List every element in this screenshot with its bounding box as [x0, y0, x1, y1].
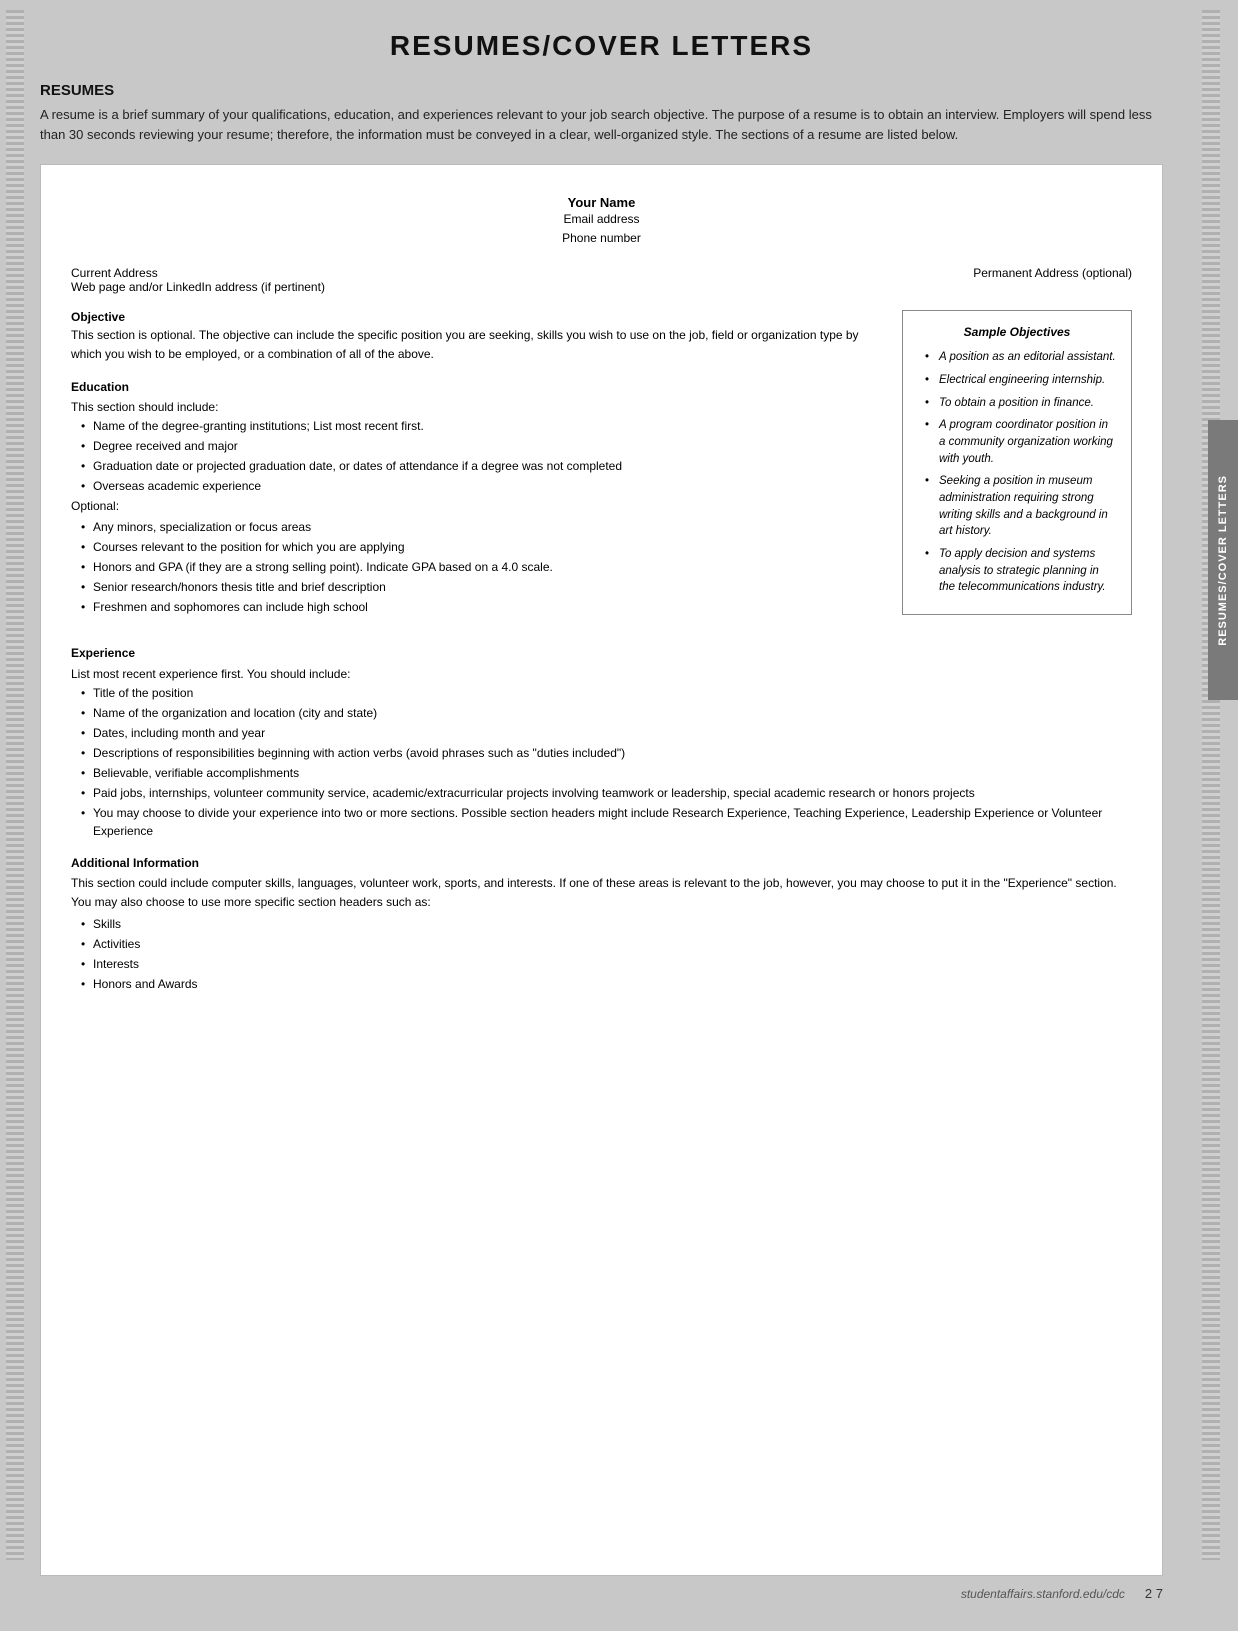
education-section: Education This section should include: N…	[71, 378, 886, 617]
exp-item-3: Dates, including month and year	[81, 724, 1132, 742]
edu-opt-5: Freshmen and sophomores can include high…	[81, 598, 886, 616]
objective-section-row: Objective This section is optional. The …	[71, 310, 1132, 630]
additional-info-list: Skills Activities Interests Honors and A…	[71, 915, 1132, 993]
exp-item-1: Title of the position	[81, 684, 1132, 702]
add-item-4: Honors and Awards	[81, 975, 1132, 993]
exp-item-7: You may choose to divide your experience…	[81, 804, 1132, 840]
right-border-area: RESUMES/COVER LETTERS	[1183, 0, 1238, 1631]
obj-item-6: To apply decision and systems analysis t…	[925, 546, 1117, 596]
address-row: Current Address Web page and/or LinkedIn…	[71, 266, 1132, 294]
page-title: RESUMES/COVER LETTERS	[40, 30, 1163, 62]
experience-title: Experience	[71, 644, 1132, 663]
education-title: Education	[71, 378, 886, 397]
objective-title: Objective	[71, 310, 886, 324]
sample-objectives-title: Sample Objectives	[917, 323, 1117, 341]
webpage-address: Web page and/or LinkedIn address (if per…	[71, 280, 325, 294]
additional-info-section: Additional Information This section coul…	[71, 854, 1132, 994]
sample-objectives-col: Sample Objectives A position as an edito…	[902, 310, 1132, 630]
footer-page: 2 7	[1145, 1586, 1163, 1601]
exp-item-4: Descriptions of responsibilities beginni…	[81, 744, 1132, 762]
resume-email: Email address	[71, 210, 1132, 229]
edu-opt-3: Honors and GPA (if they are a strong sel…	[81, 558, 886, 576]
left-border-decoration	[0, 0, 30, 1631]
resume-sample-document: Your Name Email address Phone number Cur…	[40, 164, 1163, 1576]
exp-item-5: Believable, verifiable accomplishments	[81, 764, 1132, 782]
obj-item-3: To obtain a position in finance.	[925, 395, 1117, 412]
permanent-address-label: Permanent Address (optional)	[973, 266, 1132, 294]
right-pattern	[1202, 10, 1220, 1560]
obj-item-4: A program coordinator position in a comm…	[925, 417, 1117, 467]
experience-list: Title of the position Name of the organi…	[71, 684, 1132, 840]
edu-opt-4: Senior research/honors thesis title and …	[81, 578, 886, 596]
obj-item-5: Seeking a position in museum administrat…	[925, 473, 1117, 540]
education-required-list: Name of the degree-granting institutions…	[71, 417, 886, 495]
exp-item-6: Paid jobs, internships, volunteer commun…	[81, 784, 1132, 802]
add-item-3: Interests	[81, 955, 1132, 973]
objective-col: Objective This section is optional. The …	[71, 310, 886, 630]
optional-label: Optional:	[71, 497, 886, 516]
edu-item-4: Overseas academic experience	[81, 477, 886, 495]
footer-url: studentaffairs.stanford.edu/cdc	[961, 1587, 1125, 1601]
add-item-2: Activities	[81, 935, 1132, 953]
additional-info-title: Additional Information	[71, 854, 1132, 873]
edu-item-3: Graduation date or projected graduation …	[81, 457, 886, 475]
resume-name: Your Name	[71, 195, 1132, 210]
sample-objectives-box: Sample Objectives A position as an edito…	[902, 310, 1132, 615]
vertical-tab-label: RESUMES/COVER LETTERS	[1217, 475, 1229, 646]
obj-item-1: A position as an editorial assistant.	[925, 349, 1117, 366]
resume-header: Your Name Email address Phone number	[71, 195, 1132, 248]
objective-text: This section is optional. The objective …	[71, 326, 886, 363]
additional-info-text: This section could include computer skil…	[71, 874, 1132, 911]
exp-item-2: Name of the organization and location (c…	[81, 704, 1132, 722]
current-address-label: Current Address	[71, 266, 325, 280]
main-content-area: RESUMES/COVER LETTERS RESUMES A resume i…	[30, 0, 1183, 1631]
edu-opt-2: Courses relevant to the position for whi…	[81, 538, 886, 556]
sample-objectives-list: A position as an editorial assistant. El…	[917, 349, 1117, 596]
resumes-intro: A resume is a brief summary of your qual…	[40, 105, 1163, 144]
current-address-block: Current Address Web page and/or LinkedIn…	[71, 266, 325, 294]
education-intro: This section should include:	[71, 398, 886, 417]
add-item-1: Skills	[81, 915, 1132, 933]
left-pattern	[6, 10, 24, 1560]
resumes-heading: RESUMES	[40, 82, 1163, 99]
vertical-tab: RESUMES/COVER LETTERS	[1208, 420, 1238, 700]
obj-item-2: Electrical engineering internship.	[925, 372, 1117, 389]
education-optional-list: Any minors, specialization or focus area…	[71, 518, 886, 616]
edu-item-2: Degree received and major	[81, 437, 886, 455]
edu-item-1: Name of the degree-granting institutions…	[81, 417, 886, 435]
footer: studentaffairs.stanford.edu/cdc 2 7	[40, 1586, 1163, 1601]
edu-opt-1: Any minors, specialization or focus area…	[81, 518, 886, 536]
resume-phone: Phone number	[71, 229, 1132, 248]
experience-intro: List most recent experience first. You s…	[71, 665, 1132, 684]
experience-section: Experience List most recent experience f…	[71, 644, 1132, 839]
